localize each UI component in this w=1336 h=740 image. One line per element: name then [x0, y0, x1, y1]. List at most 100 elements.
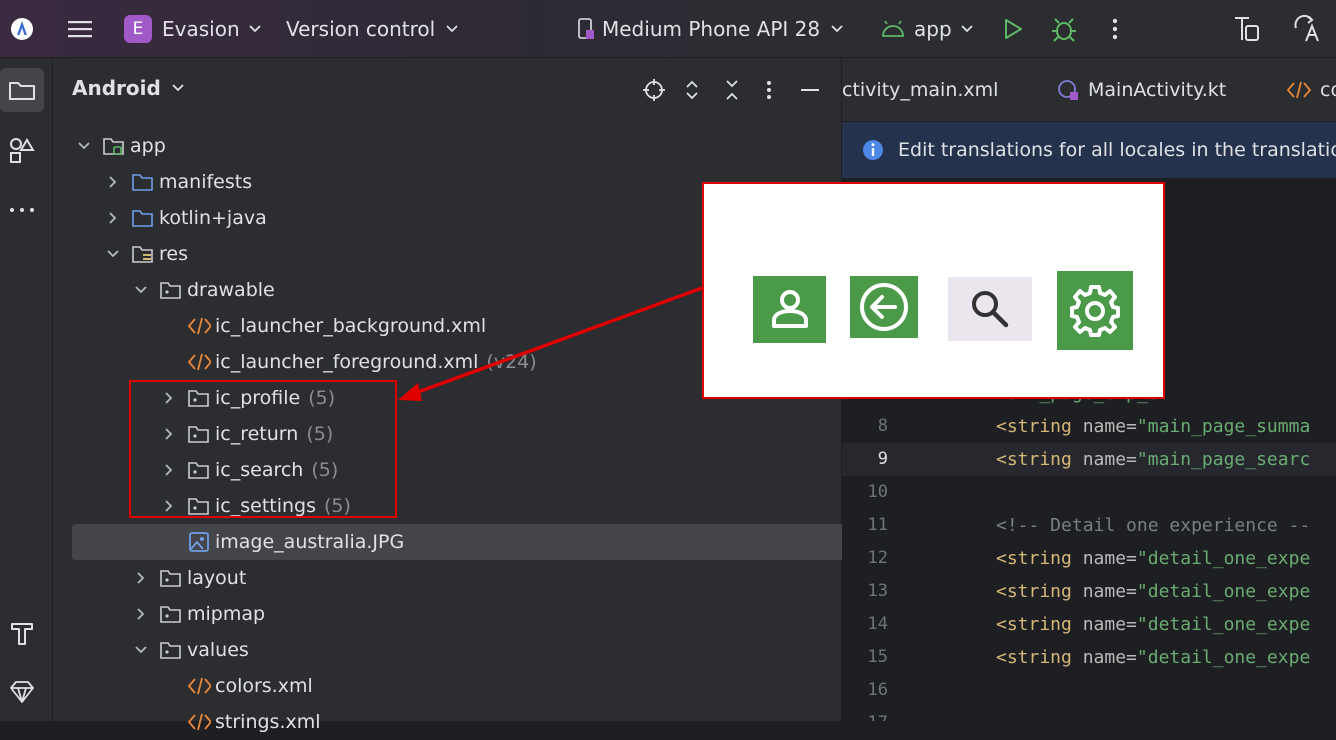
line-number: 9 — [877, 449, 888, 469]
package-folder-icon — [159, 638, 183, 662]
tree-item-manifests[interactable]: manifests — [53, 164, 252, 200]
tree-item-label: colors.xml — [215, 675, 313, 697]
code-with-me-icon[interactable] — [1232, 0, 1262, 57]
tree-item-label: image_australia.JPG — [215, 531, 405, 553]
package-folder-icon — [159, 602, 183, 626]
code-token: "detail_one_expe — [1136, 647, 1311, 668]
code-line[interactable]: <string name="main_page_summa — [996, 410, 1310, 443]
build-tool-button[interactable] — [0, 610, 44, 654]
chevron-down-icon[interactable] — [131, 645, 151, 655]
resource-manager-button[interactable] — [0, 128, 44, 172]
more-tool-windows-button[interactable] — [0, 188, 44, 232]
ellipsis-icon — [8, 206, 36, 214]
tree-item-label: layout — [187, 567, 247, 589]
package-folder-icon — [159, 278, 183, 302]
tree-item-label: ic_launcher_background.xml — [215, 315, 487, 337]
tab-colors-xml[interactable]: co — [1286, 58, 1336, 121]
search-icon — [948, 277, 1032, 341]
profile-icon — [753, 276, 826, 343]
code-token: name= — [1071, 647, 1137, 668]
code-token: <string — [996, 614, 1072, 635]
code-line[interactable]: <!-- Detail one experience -- — [996, 509, 1310, 542]
hide-panel-icon[interactable] — [799, 78, 821, 102]
tree-item-layout[interactable]: layout — [53, 560, 246, 596]
left-tool-strip — [0, 58, 53, 721]
tree-item-label: ic_launcher_foreground.xml — [215, 351, 479, 373]
code-token: name= — [1071, 416, 1137, 437]
chevron-down-icon — [960, 24, 974, 34]
main-menu-icon[interactable] — [66, 0, 94, 57]
locate-icon[interactable] — [642, 78, 666, 102]
code-line[interactable]: <string name="main_page_searc — [996, 443, 1310, 476]
tree-item-ic-launcher-foreground-xml[interactable]: ic_launcher_foreground.xml (v24) — [53, 344, 537, 380]
line-number: 11 — [867, 515, 888, 535]
debug-icon[interactable] — [1050, 0, 1078, 57]
tree-item-values[interactable]: values — [53, 632, 249, 668]
run-icon[interactable] — [1002, 0, 1024, 57]
translate-icon[interactable] — [1292, 0, 1322, 57]
tree-item-mipmap[interactable]: mipmap — [53, 596, 265, 632]
chevron-down-icon[interactable] — [103, 249, 123, 259]
tree-item-res[interactable]: res — [53, 236, 188, 272]
xml-icon — [187, 314, 211, 338]
android-studio-logo[interactable] — [10, 0, 34, 57]
version-control-menu[interactable]: Version control — [286, 0, 459, 57]
chevron-down-icon[interactable] — [74, 141, 94, 151]
project-tool-button[interactable] — [0, 68, 44, 112]
code-line[interactable]: <string name="detail_one_expe — [996, 542, 1310, 575]
run-config-selector[interactable]: app — [880, 0, 974, 57]
tab-label: ctivity_main.xml — [842, 78, 999, 101]
line-number: 17 — [842, 707, 888, 721]
return-icon — [850, 276, 918, 338]
banner-text: Edit translations for all locales in the… — [898, 139, 1336, 161]
tab-activity-main-xml[interactable]: ctivity_main.xml — [842, 58, 998, 121]
chevron-right-icon[interactable] — [103, 175, 123, 189]
tree-item-kotlin-java[interactable]: kotlin+java — [53, 200, 267, 236]
code-line[interactable]: <string name="detail_one_expe — [996, 608, 1310, 641]
tree-item-drawable[interactable]: drawable — [53, 272, 275, 308]
options-icon[interactable] — [764, 78, 774, 102]
project-name: Evasion — [162, 16, 240, 41]
chevron-right-icon[interactable] — [131, 571, 151, 585]
editor-tab-bar: ctivity_main.xml MainActivity.kt co — [842, 58, 1336, 122]
tab-label: co — [1320, 78, 1336, 101]
project-view-selector[interactable]: Android — [72, 76, 185, 100]
code-line[interactable]: <string name="detail_one_expe — [996, 641, 1310, 674]
shapes-icon — [8, 136, 36, 164]
icon-preview-overlay — [702, 182, 1165, 399]
line-number: 15 — [867, 647, 888, 667]
line-number: 12 — [867, 548, 888, 568]
device-selector[interactable]: Medium Phone API 28 — [576, 0, 844, 57]
gemini-tool-button[interactable] — [0, 670, 44, 714]
tab-main-activity-kt[interactable]: MainActivity.kt — [1056, 58, 1226, 121]
chevron-right-icon[interactable] — [103, 211, 123, 225]
tree-item-label: app — [130, 135, 166, 157]
tree-item-label: values — [187, 639, 249, 661]
image-file-icon — [187, 530, 211, 554]
expand-all-icon[interactable] — [684, 78, 700, 102]
hammer-icon — [8, 618, 36, 646]
version-control-label: Version control — [286, 16, 436, 41]
tree-item-app[interactable]: app — [53, 128, 166, 164]
chevron-down-icon[interactable] — [131, 285, 151, 295]
code-token: "detail_one_expe — [1136, 548, 1311, 569]
xml-icon — [187, 674, 211, 698]
package-folder-icon — [159, 566, 183, 590]
android-icon — [880, 19, 906, 39]
tree-item-strings-xml[interactable]: strings.xml — [53, 704, 321, 740]
tree-item-label: kotlin+java — [159, 207, 267, 229]
code-token: <string — [996, 548, 1072, 569]
code-token: <string — [996, 416, 1072, 437]
tree-item-colors-xml[interactable]: colors.xml — [53, 668, 313, 704]
code-line[interactable]: <string name="detail_one_expe — [996, 575, 1310, 608]
collapse-all-icon[interactable] — [724, 78, 740, 102]
chevron-right-icon[interactable] — [131, 607, 151, 621]
folder-icon — [131, 170, 155, 194]
tree-item-image-australia-jpg[interactable]: image_australia.JPG — [72, 524, 910, 560]
line-number: 10 — [867, 482, 888, 502]
title-bar: E Evasion Version control Medium Phone A… — [0, 0, 1336, 58]
more-actions-icon[interactable] — [1108, 0, 1122, 57]
project-switcher[interactable]: E Evasion — [124, 0, 262, 57]
code-token: name= — [1071, 548, 1137, 569]
tree-item-ic-launcher-background-xml[interactable]: ic_launcher_background.xml — [53, 308, 486, 344]
